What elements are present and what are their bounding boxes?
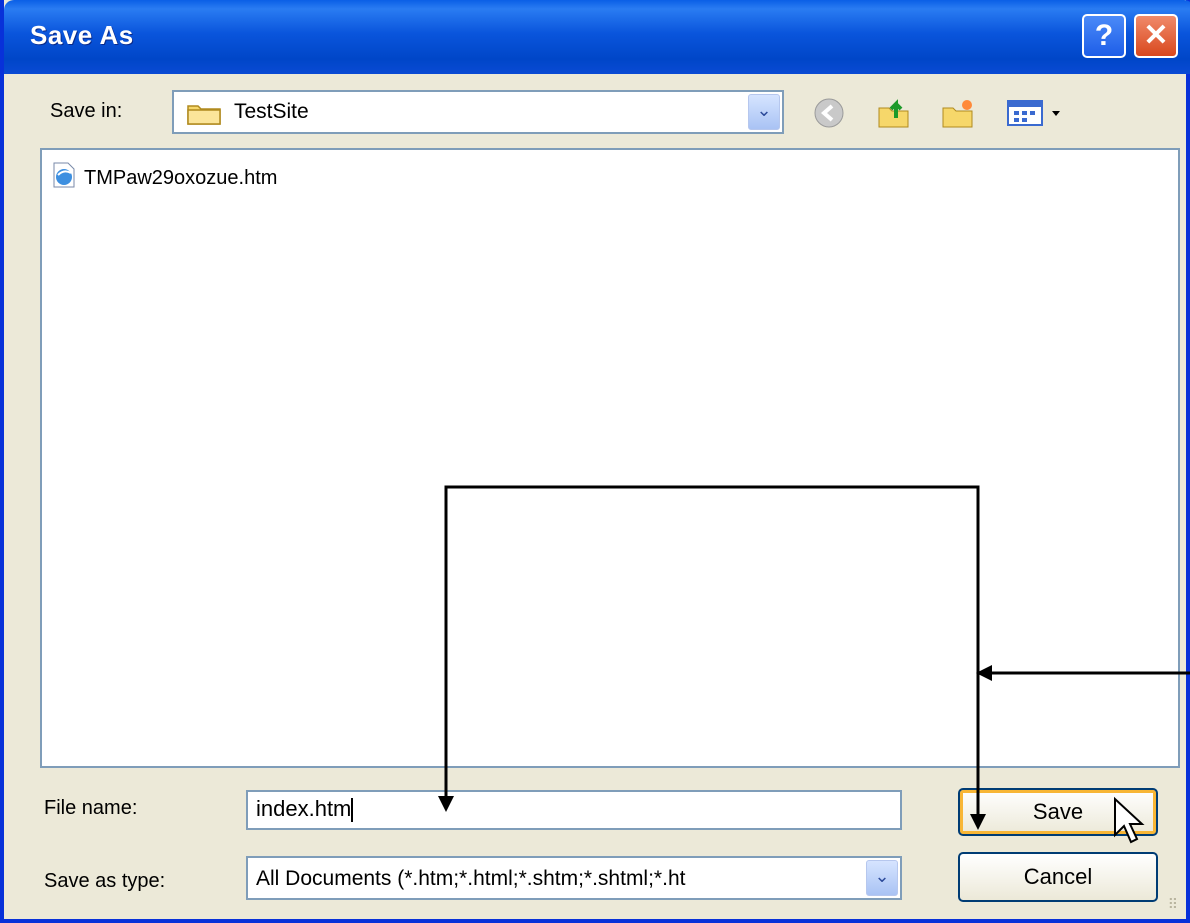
text-cursor [351,798,354,823]
chevron-down-icon[interactable]: ⌄ [866,860,898,896]
file-name: TMPaw29oxozue.htm [84,166,278,189]
cancel-button-label: Cancel [1023,864,1093,889]
up-folder-icon[interactable] [876,96,910,130]
new-folder-icon[interactable] [940,96,974,130]
mouse-cursor-icon [1112,796,1148,853]
help-button[interactable]: ? [1082,14,1126,58]
resize-grip-icon[interactable]: ⠿ [1168,896,1178,913]
file-name-label: File name: [44,797,138,819]
file-name-value: index.htm [256,796,352,821]
chevron-down-icon[interactable]: ⌄ [748,94,780,130]
file-list[interactable]: TMPaw29oxozue.htm [40,148,1180,768]
views-menu-icon[interactable] [1006,96,1066,130]
save-in-value: TestSite [234,100,309,123]
save-button-label: Save [1032,799,1084,824]
title-bar[interactable]: Save As ? ✕ [4,0,1190,74]
folder-icon [186,100,222,131]
save-in-label: Save in: [50,100,123,122]
save-as-dialog: Save As ? ✕ Save in: TestSite ⌄ TMPaw29o… [0,0,1190,923]
list-item[interactable]: TMPaw29oxozue.htm [50,161,278,195]
file-name-input[interactable]: index.htm [246,790,902,830]
html-document-icon [50,161,80,195]
save-type-value: All Documents (*.htm;*.html;*.shtm;*.sht… [256,867,686,890]
save-type-label: Save as type: [44,870,166,892]
close-button[interactable]: ✕ [1134,14,1178,58]
back-icon[interactable] [812,96,846,130]
dialog-title: Save As [30,20,134,50]
save-type-dropdown[interactable]: All Documents (*.htm;*.html;*.shtm;*.sht… [246,856,902,900]
cancel-button[interactable]: Cancel [958,852,1158,902]
save-in-dropdown[interactable]: TestSite ⌄ [172,90,784,134]
